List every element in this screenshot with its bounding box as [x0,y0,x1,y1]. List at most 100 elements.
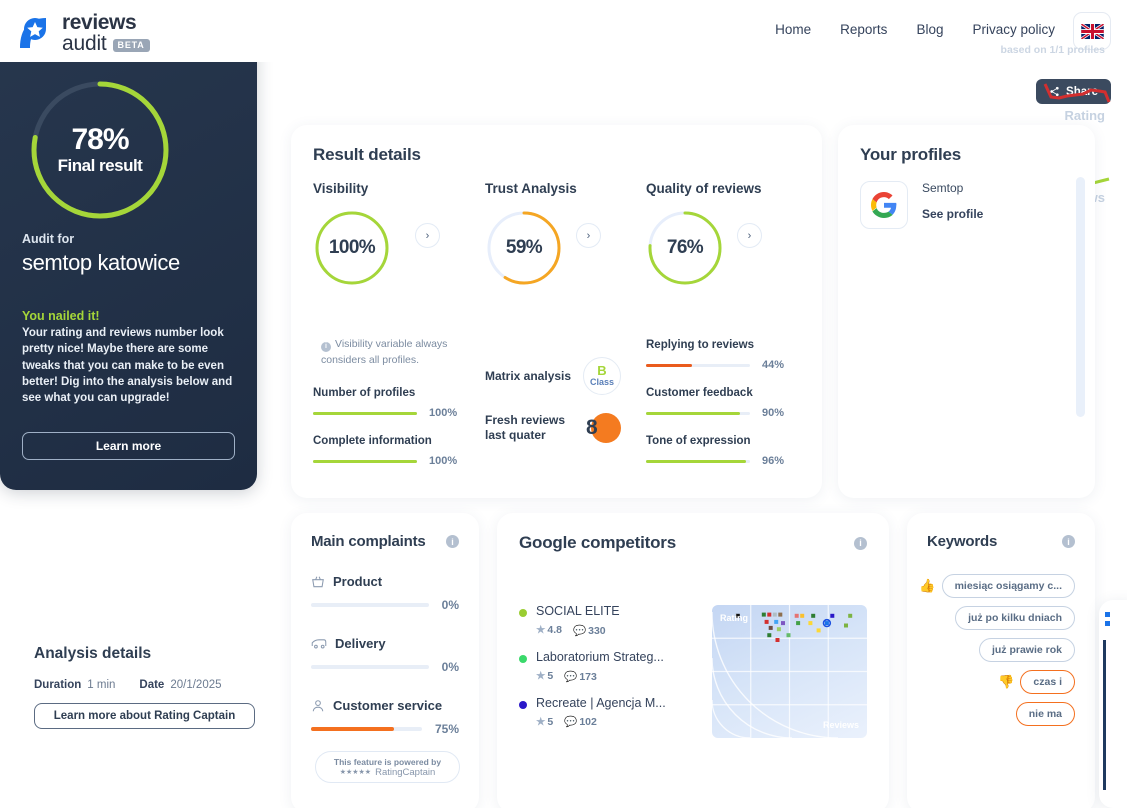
visibility-note-text: Visibility variable always considers all… [321,338,448,366]
edge-partial-widget[interactable] [1099,600,1127,808]
your-profiles-card: Your profiles Semtop See profile ▲ [838,125,1095,498]
bar-replying-to-reviews: Replying to reviews 44% [646,339,792,371]
complaint-delivery-percent: 0% [441,660,459,674]
profile-item[interactable]: Semtop See profile [860,181,983,229]
keyword-chip[interactable]: już prawie rok [978,638,1075,662]
info-icon[interactable]: i [446,535,459,548]
thumb-up-icon: 👍 [919,578,936,593]
metric-trust-analysis: Trust Analysis 59% [485,181,577,287]
bar-customer-feedback-track [646,411,750,415]
google-icon [860,181,908,229]
main-complaints-title: Main complaints [311,533,426,550]
metric-trust-label: Trust Analysis [485,181,577,196]
chevron-right-icon-quality[interactable]: › [737,223,762,248]
metric-visibility: Visibility 100% [313,181,391,287]
competitor-reviews: 330 [588,624,606,637]
complaint-delivery-track [311,665,429,669]
summary-based-on: based on 1/1 profiles [1000,44,1105,56]
person-icon [312,699,324,711]
competitor-color-dot [519,700,527,709]
keywords-card: Keywords i 👍 miesiąc osiągamy c... już p… [907,513,1095,808]
nav-item-blog[interactable]: Blog [916,22,943,37]
complaint-product: Product 0% [311,574,459,612]
complaint-customer-service: Customer service 75% [311,698,459,736]
final-result-percent: 78% [71,122,129,156]
competitor-row[interactable]: SOCIAL ELITE ★ 4.8 💬 330 [519,604,719,637]
complaint-customer-service-fill [311,727,395,731]
analysis-details-section: Analysis details Duration 1 min Date 20/… [34,645,284,729]
keyword-chip[interactable]: czas i [1020,670,1075,694]
analysis-details-title: Analysis details [34,645,152,662]
learn-more-button[interactable]: Learn more [22,432,235,460]
powered-by-badge: This feature is powered by ★★★★★ RatingC… [315,751,460,783]
competitor-row[interactable]: Recreate | Agencja M... ★ 5 💬 102 [519,696,719,729]
main-navigation: Home Reports Blog Privacy policy [775,22,1055,37]
info-icon[interactable]: i [854,536,867,550]
powered-by-line1: This feature is powered by [333,756,442,767]
nav-item-privacy-policy[interactable]: Privacy policy [972,22,1055,37]
powered-by-line2: RatingCaptain [375,766,436,778]
chevron-right-icon-visibility[interactable]: › [415,223,440,248]
see-profile-link[interactable]: See profile [922,207,983,221]
keywords-title: Keywords [927,533,998,550]
verdict-body: Your rating and reviews number look pret… [22,327,233,405]
bar-replying-track [646,363,750,367]
matrix-y-label: Rating [720,613,748,623]
date-label: Date [139,679,165,691]
keyword-chip[interactable]: nie ma [1015,702,1075,726]
verdict-title: You nailed it! [22,309,100,323]
fresh-reviews-label: Fresh reviews last quater [485,413,566,442]
google-competitors-card: Google competitors i SOCIAL ELITE ★ 4.8 💬… [497,513,889,808]
metric-quality-label: Quality of reviews [646,181,762,196]
fresh-reviews-count-badge: 8 [586,413,621,443]
nav-item-reports[interactable]: Reports [840,22,887,37]
bar-replying-label: Replying to reviews [646,339,755,351]
competitor-reviews: 102 [579,716,597,729]
profiles-scrollbar[interactable] [1076,177,1085,417]
thumb-down-icon: 👎 [998,674,1015,689]
competitor-rating: 4.8 [547,624,563,637]
bar-tone-fill [646,459,746,463]
chevron-right-icon-trust[interactable]: › [576,223,601,248]
brand-logo[interactable]: reviews audit BETA [16,12,150,54]
stars-icon: ★★★★★ [339,769,372,776]
star-icon: ★ [536,670,546,682]
keyword-chip[interactable]: miesiąc osiągamy c... [941,574,1075,598]
keyword-chip[interactable]: już po kilku dniach [955,606,1075,630]
date-value: 20/1/2025 [170,679,222,691]
competitor-matrix-chart: Rating Reviews [712,605,867,738]
duration-value: 1 min [87,679,116,691]
star-icon: ★ [536,624,546,637]
comment-icon: 💬 [564,670,578,683]
complaint-customer-service-label: Customer service [333,698,443,713]
bar-tone-percent: 96% [762,455,785,467]
keyword-row: 👎 czas i [998,670,1075,694]
beta-badge: BETA [112,39,150,52]
final-result-label: Final result [57,155,143,175]
bar-complete-information-fill [313,459,417,463]
matrix-x-label: Reviews [822,720,859,730]
bar-number-of-profiles-fill [313,411,417,415]
bar-customer-feedback: Customer feedback 90% [646,387,792,419]
competitor-row[interactable]: Laboratorium Strateg... ★ 5 💬 173 [519,649,719,683]
complaint-delivery-label: Delivery [335,636,386,651]
competitor-name: Laboratorium Strateg... [536,649,664,664]
metric-visibility-label: Visibility [313,181,369,196]
keyword-row: już po kilku dniach [955,606,1075,630]
bar-replying-fill [646,363,692,367]
keyword-row: 👍 miesiąc osiągamy c... [919,574,1075,598]
learn-more-rating-captain-button[interactable]: Learn more about Rating Captain [34,703,255,729]
bar-number-of-profiles-percent: 100% [429,407,458,419]
metric-quality-ring: 76% [646,209,724,287]
nav-item-home[interactable]: Home [775,22,811,37]
matrix-analysis-class-sub: Class [589,376,615,387]
info-icon: i [321,342,331,353]
competitor-rating: 5 [547,670,554,682]
edge-widget-bar [1103,640,1106,790]
profile-name: Semtop [922,181,964,195]
result-details-card: Result details Visibility 100% › Trust A… [291,125,822,498]
fresh-reviews-row: Fresh reviews last quater 8 [485,413,621,443]
info-icon[interactable]: i [1062,535,1075,548]
metric-visibility-ring: 100% [313,209,391,287]
summary-card: Summary based on 1/1 profiles 78% Final … [0,0,1111,490]
